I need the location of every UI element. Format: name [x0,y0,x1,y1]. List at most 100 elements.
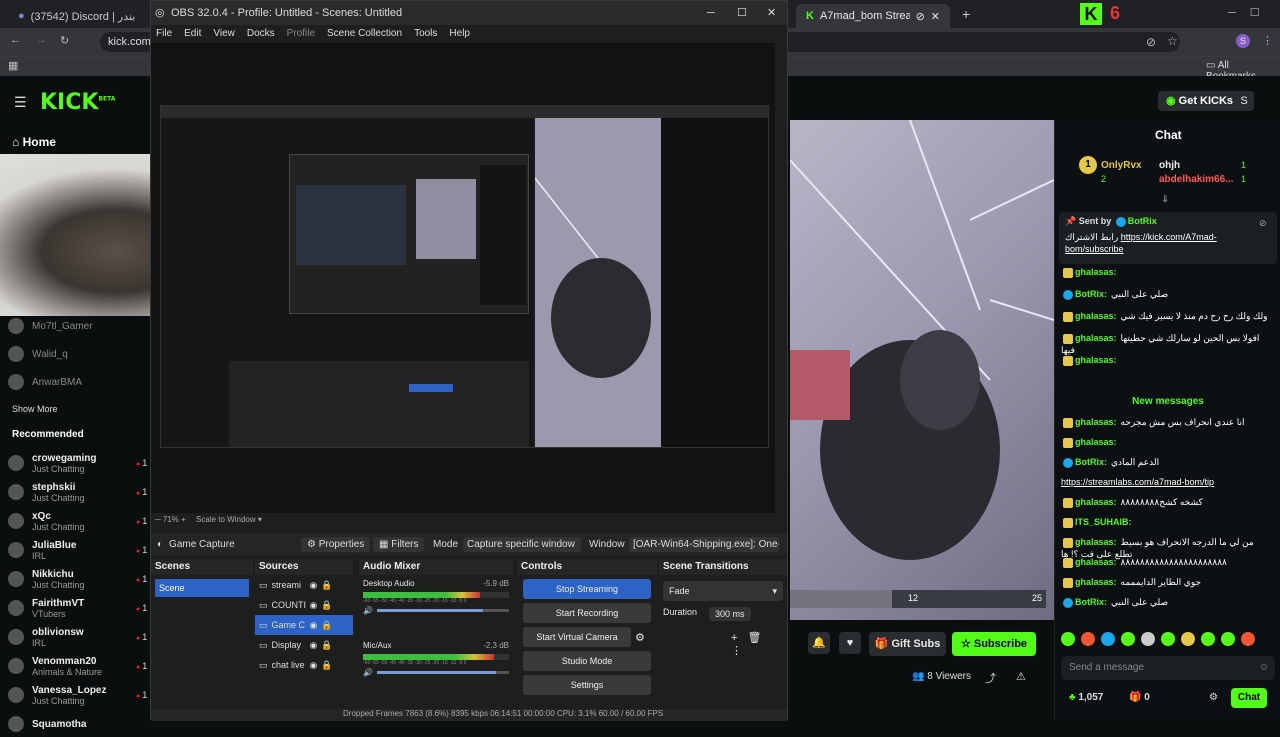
menu-scene-collection[interactable]: Scene Collection [327,25,402,43]
speaker-icon[interactable]: 🔊 [363,606,373,615]
tab-kick-stream[interactable]: K A7mad_bom Stream - Wat ⊘ ✕ [796,4,950,28]
expand-leaderboard-icon[interactable]: ⇓ [1161,194,1169,205]
back-icon[interactable]: ← [10,34,21,46]
lock-icon[interactable]: 🔒 [321,660,332,671]
emote-icon[interactable] [1221,632,1235,646]
recommended-item[interactable]: Venomman20Animals & Nature 1 [8,653,158,679]
lock-icon[interactable]: 🔒 [321,620,332,631]
add-icon[interactable]: + [731,632,747,644]
start-recording-button[interactable]: Start Recording [523,603,651,623]
chat-username[interactable]: BotRix: [1075,597,1107,607]
chat-settings-icon[interactable]: ⚙ [1209,692,1218,703]
chat-username[interactable]: BotRix: [1075,457,1107,467]
stop-streaming-button[interactable]: Stop Streaming [523,579,651,599]
recommended-item[interactable]: FairithmVTVTubers 1 [8,595,158,621]
emote-icon[interactable] [1181,632,1195,646]
chat-username[interactable]: ghalasas: [1075,577,1117,587]
notify-bell-icon[interactable]: 🔔 [808,632,830,654]
settings-button[interactable]: Settings [523,675,651,695]
chat-username[interactable]: ghalasas: [1075,417,1117,427]
share-icon[interactable]: ⤴ [985,670,996,686]
obs-preview[interactable] [151,43,775,513]
follow-heart-icon[interactable]: ♥ [839,632,861,654]
hamburger-menu-icon[interactable]: ☰ [14,94,27,111]
chat-username[interactable]: ghalasas: [1075,497,1117,507]
menu-file[interactable]: File [156,25,172,43]
volume-slider[interactable] [376,671,509,674]
emote-icon[interactable] [1081,632,1095,646]
filters-button[interactable]: ▦ Filters [373,536,425,552]
visibility-eye-icon[interactable]: ◉ [310,620,318,631]
leader-name[interactable]: abdelhakim66... [1159,174,1233,185]
menu-edit[interactable]: Edit [184,25,201,43]
transition-buttons[interactable]: +🗑⋮ [731,631,787,657]
gift-subs-button[interactable]: 🎁 Gift Subs [869,632,946,656]
chat-input[interactable]: Send a message ☺ [1061,656,1275,680]
sidebar-home[interactable]: ⌂ Home [12,135,56,149]
visibility-eye-icon[interactable]: ◉ [310,660,318,671]
chat-link[interactable]: https://streamlabs.com/a7mad-bom/tip [1061,477,1214,487]
subscribe-button[interactable]: ☆ Subscribe [952,632,1036,656]
browser-menu-icon[interactable]: ⋮ [1262,34,1273,47]
mute-site-icon[interactable]: ⊘ [1146,35,1156,49]
source-item[interactable]: ▭ Display ◉ 🔒 [255,635,353,655]
chat-username[interactable]: ghalasas: [1075,333,1117,343]
recommended-item[interactable]: NikkichuJust Chatting 1 [8,566,158,592]
scale-dropdown-icon[interactable]: ▾ [256,515,262,524]
lock-icon[interactable]: 🔒 [321,580,332,591]
visibility-eye-icon[interactable]: ◉ [310,600,318,611]
chat-username[interactable]: ghalasas: [1075,311,1117,321]
chat-username[interactable]: ghalasas: [1075,537,1117,547]
unpin-icon[interactable]: ⊘ [1259,218,1267,229]
emote-icon[interactable] [1061,632,1075,646]
chat-username[interactable]: BotRix: [1075,289,1107,299]
duration-input[interactable]: 300 ms [709,607,751,621]
kicks-balance[interactable]: ♣ 1,057 [1069,692,1103,703]
recommended-item[interactable]: Vanessa_LopezJust Chatting 1 [8,682,158,708]
chat-username[interactable]: ghalasas: [1075,557,1117,567]
zoom-control[interactable]: ─ 71% + Scale to Window ▾ [155,515,262,524]
scale-mode[interactable]: Scale to Window [196,515,256,524]
emote-icon[interactable] [1241,632,1255,646]
menu-help[interactable]: Help [449,25,470,43]
recommended-item[interactable]: JuliaBlueIRL 1 [8,537,158,563]
reload-icon[interactable]: ↻ [60,34,69,47]
virtual-camera-settings-icon[interactable]: ⚙ [635,631,645,644]
lock-icon[interactable]: 🔒 [321,600,332,611]
get-kicks-button[interactable]: ◉ Get KICKs [1158,91,1242,111]
report-icon[interactable]: ⚠ [1016,670,1026,683]
forward-icon[interactable]: → [36,34,47,46]
start-virtual-camera-button[interactable]: Start Virtual Camera [523,627,631,647]
emote-icon[interactable] [1201,632,1215,646]
emoji-icon[interactable]: ☺ [1259,656,1269,680]
lock-icon[interactable]: 🔒 [321,640,332,651]
send-chat-button[interactable]: Chat [1231,688,1267,708]
speaker-icon[interactable]: 🔊 [363,668,373,677]
properties-button[interactable]: ⚙ Properties [301,536,371,552]
studio-mode-button[interactable]: Studio Mode [523,651,651,671]
trash-icon[interactable]: 🗑 [747,632,771,644]
emote-icon[interactable] [1121,632,1135,646]
recommended-item[interactable]: oblivionswIRL 1 [8,624,158,650]
emote-icon[interactable] [1161,632,1175,646]
followed-item[interactable]: Mo7tl_Gamer [8,318,93,334]
volume-slider[interactable] [376,609,509,612]
menu-view[interactable]: View [213,25,235,43]
zoom-out-icon[interactable]: ─ [155,515,163,524]
menu-docks[interactable]: Docks [247,25,275,43]
window-controls[interactable]: ─☐ [1228,6,1274,19]
tab-discord[interactable]: ● (37542) Discord | بندر [8,4,148,28]
leader-name[interactable]: ohjh [1159,160,1180,171]
chat-username[interactable]: ghalasas: [1075,355,1117,365]
minimize-icon[interactable]: ─ [707,1,715,25]
recommended-item[interactable]: crowegamingJust Chatting 1 [8,450,158,476]
kick-logo[interactable]: KICKBETA [40,90,115,115]
show-more-link[interactable]: Show More [12,404,58,414]
new-tab-icon[interactable]: + [962,6,970,22]
close-tab-icon[interactable]: ✕ [931,10,940,23]
gift-balance[interactable]: 🎁 0 [1129,692,1150,703]
transition-select[interactable]: Fade ▾ [663,581,783,601]
star-icon[interactable]: ☆ [1167,34,1178,48]
leader-name[interactable]: OnlyRvx [1101,160,1142,171]
window-select[interactable]: [OAR-Win64-Shipping.exe]: One- [629,536,779,552]
